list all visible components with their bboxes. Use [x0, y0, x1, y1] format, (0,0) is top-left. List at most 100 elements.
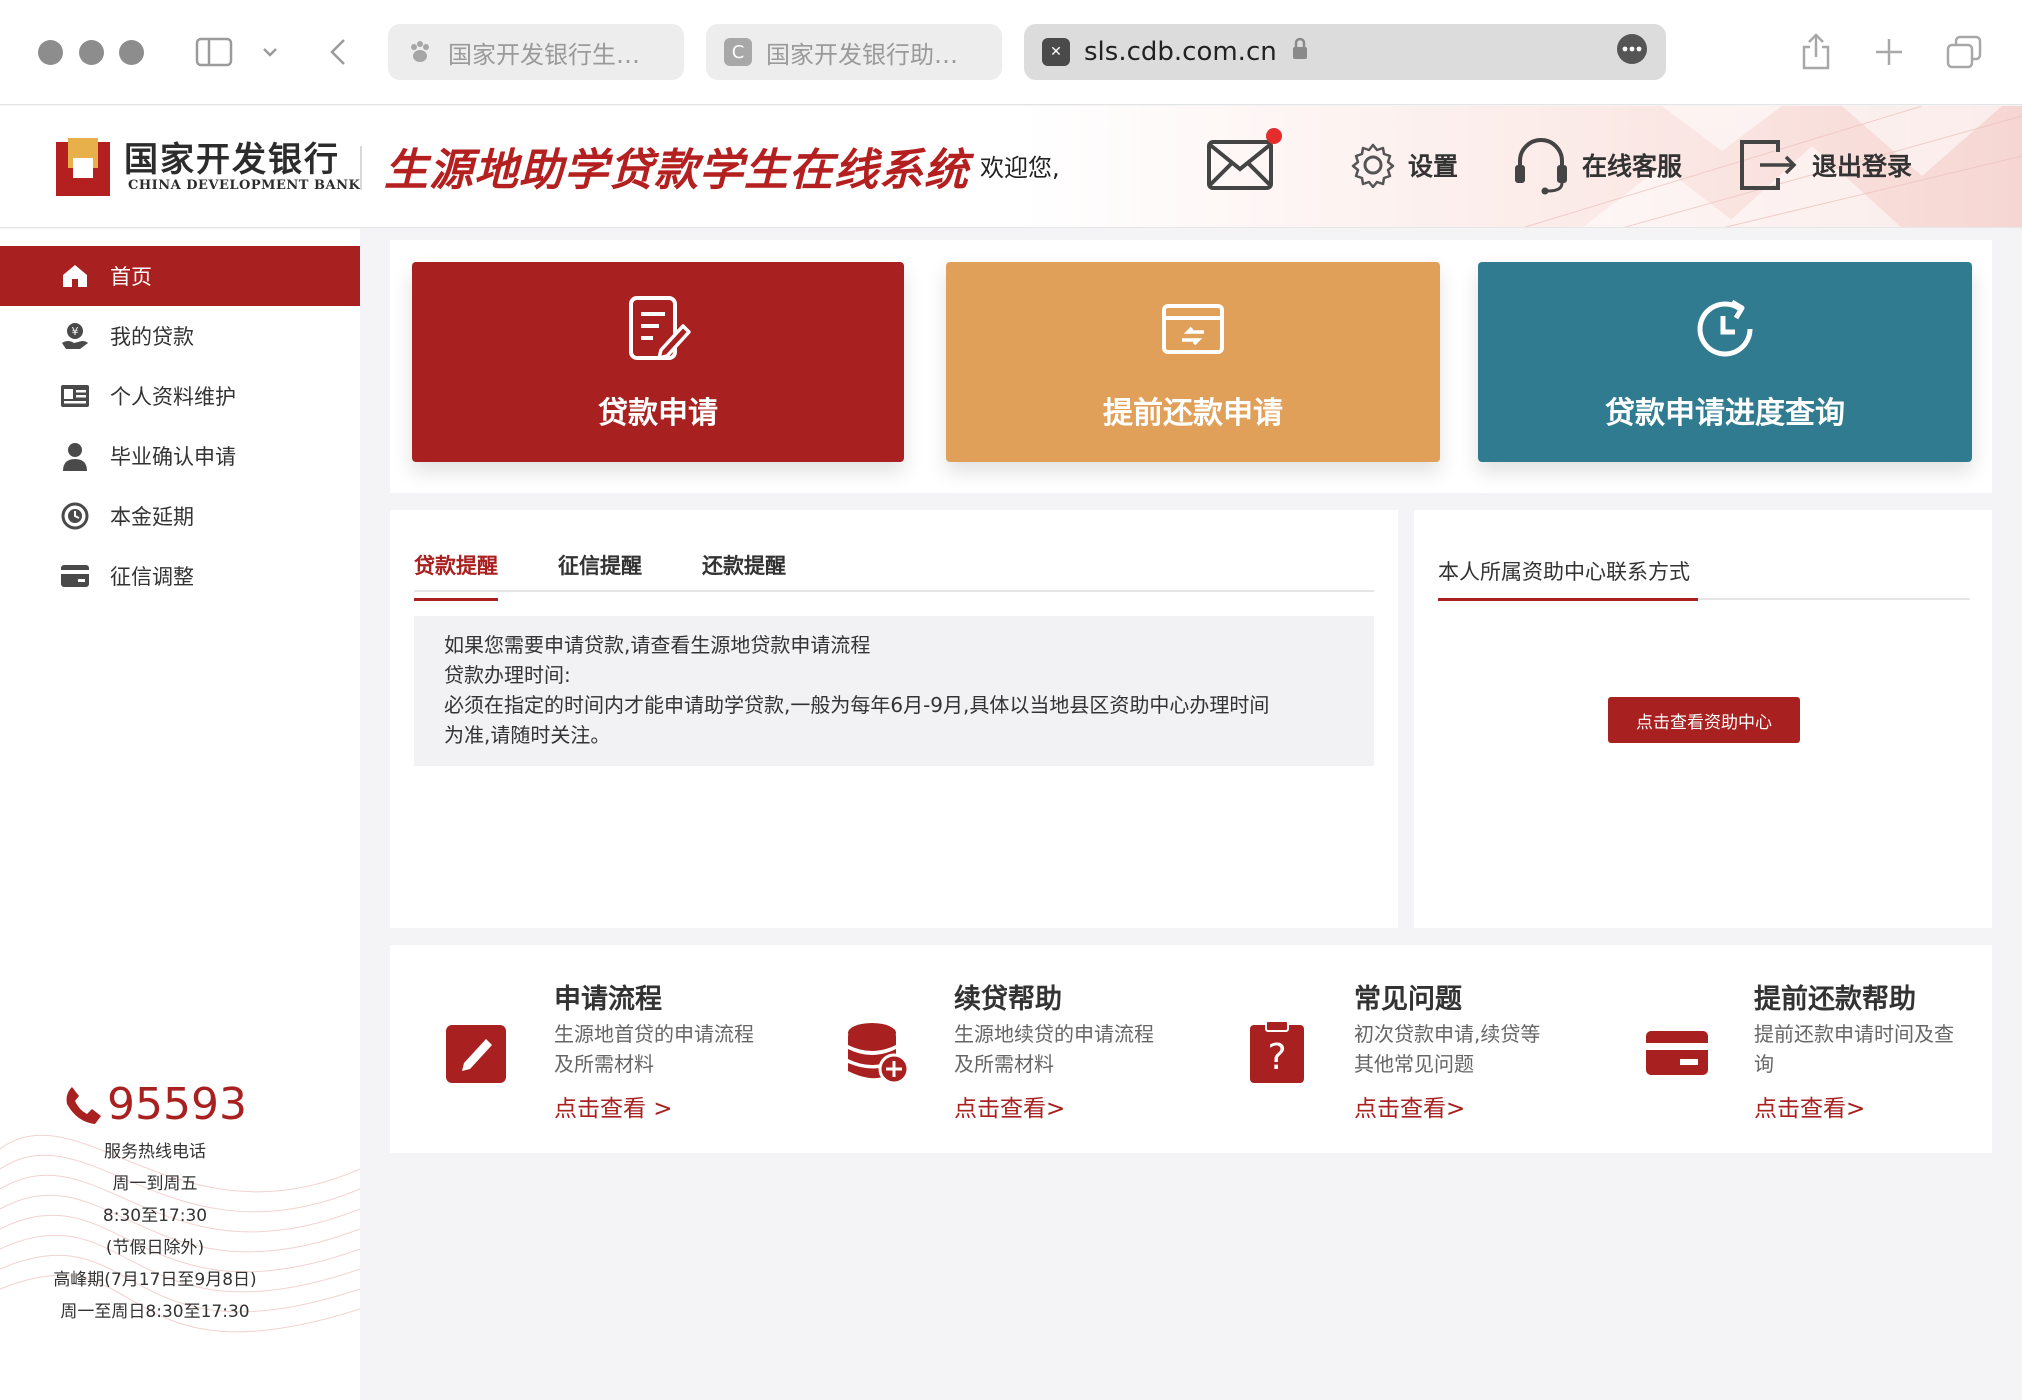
more-options-icon[interactable]	[1616, 33, 1648, 72]
bank-card-icon	[1646, 1031, 1708, 1075]
sidebar-item-label: 毕业确认申请	[110, 445, 236, 469]
id-card-icon	[60, 381, 90, 411]
sidebar-item-label: 首页	[110, 265, 152, 289]
logout-icon	[1740, 140, 1797, 190]
help-renewal: 续贷帮助 生源地续贷的申请流程及所需材料 点击查看>	[844, 977, 1204, 1137]
sidebar-item-label: 个人资料维护	[110, 385, 236, 409]
hotline-number[interactable]: 95593	[0, 1079, 310, 1130]
card-label: 贷款申请进度查询	[1605, 396, 1845, 431]
svg-text:?: ?	[1267, 1037, 1286, 1078]
help-application-process: 申请流程 生源地首贷的申请流程及所需材料 点击查看 >	[444, 977, 804, 1137]
card-label: 提前还款申请	[1103, 396, 1283, 431]
coins-add-icon	[848, 1023, 910, 1085]
sidebar-item-my-loans[interactable]: ¥ 我的贷款	[0, 306, 360, 366]
question-clipboard-icon: ?	[1250, 1020, 1304, 1083]
settings-button[interactable]: 设置	[1350, 134, 1458, 196]
tab-overview-icon[interactable]	[1944, 30, 1984, 74]
card-transfer-icon	[1162, 304, 1224, 354]
tab-repayment-reminder[interactable]: 还款提醒	[702, 550, 786, 601]
help-early-repayment: 提前还款帮助 提前还款申请时间及查询 点击查看>	[1644, 977, 1984, 1137]
help-title: 提前还款帮助	[1754, 984, 1916, 1015]
graduate-icon	[60, 441, 90, 471]
progress-query-card[interactable]: 贷款申请进度查询	[1478, 262, 1972, 462]
help-title: 续贷帮助	[954, 984, 1062, 1015]
help-link[interactable]: 点击查看>	[954, 1089, 1065, 1123]
contact-divider-active	[1438, 598, 1698, 601]
card-icon	[60, 561, 90, 591]
loan-icon: ¥	[60, 321, 90, 351]
help-faq: ? 常见问题 初次贷款申请,续贷等其他常见问题 点击查看>	[1244, 977, 1604, 1137]
edit-note-icon	[446, 1025, 506, 1083]
hotline-text: 服务热线电话	[104, 1142, 206, 1162]
help-desc: 生源地首贷的申请流程及所需材料	[554, 1022, 754, 1076]
reminder-line: 为准,请随时关注。	[444, 723, 611, 747]
help-link[interactable]: 点击查看 >	[554, 1089, 673, 1123]
hotline-text: 8:30至17:30	[102, 1206, 208, 1226]
view-aid-center-button[interactable]: 点击查看资助中心	[1608, 697, 1800, 743]
reminder-line: 如果您需要申请贷款,请查看生源地贷款申请流程	[444, 633, 871, 657]
zoom-window-button[interactable]	[119, 40, 144, 65]
svg-text:¥: ¥	[72, 325, 79, 338]
help-desc: 生源地续贷的申请流程及所需材料	[954, 1022, 1154, 1076]
reminder-tabs: 贷款提醒 征信提醒 还款提醒	[414, 550, 786, 601]
tab-title: 国家开发银行助…	[766, 40, 958, 69]
browser-tab-1[interactable]: 国家开发银行生…	[388, 24, 684, 80]
sidebar-item-credit-adjust[interactable]: 征信调整	[0, 546, 360, 606]
browser-tab-active[interactable]: ✕ sls.cdb.com.cn	[1024, 24, 1666, 80]
card-label: 贷款申请	[598, 396, 718, 431]
sidebar-item-label: 本金延期	[110, 505, 194, 529]
reminder-line: 贷款办理时间:	[444, 663, 571, 687]
tab-title: 国家开发银行生…	[448, 40, 640, 69]
support-label: 在线客服	[1582, 152, 1683, 181]
loan-application-card[interactable]: 贷款申请	[412, 262, 904, 462]
help-desc: 提前还款申请时间及查询	[1754, 1022, 1954, 1076]
mail-button[interactable]	[1206, 134, 1274, 196]
clock-refresh-icon	[1697, 299, 1753, 357]
sidebar: 首页 ¥ 我的贷款 个人资料维护 毕业确认申请 本金延期 征信调整 95593 …	[0, 229, 360, 1400]
hotline-text: 高峰期(7月17日至9月8日)	[53, 1270, 257, 1290]
new-tab-icon[interactable]	[1869, 30, 1909, 74]
chevron-down-icon[interactable]	[258, 30, 282, 74]
back-icon[interactable]	[326, 30, 350, 74]
tab-credit-reminder[interactable]: 征信提醒	[558, 550, 642, 601]
bank-name-cn: 国家开发银行	[124, 140, 340, 180]
sidebar-item-home[interactable]: 首页	[0, 246, 360, 306]
tab-loan-reminder[interactable]: 贷款提醒	[414, 550, 498, 601]
reminder-line: 必须在指定的时间内才能申请助学贷款,一般为每年6月-9月,具体以当地县区资助中心…	[444, 693, 1270, 717]
help-desc: 初次贷款申请,续贷等其他常见问题	[1354, 1022, 1541, 1076]
help-title: 常见问题	[1354, 984, 1462, 1015]
document-edit-icon	[629, 296, 691, 360]
aid-center-contact-panel: 本人所属资助中心联系方式 点击查看资助中心	[1414, 510, 1992, 928]
close-window-button[interactable]	[38, 40, 63, 65]
reminder-content: 如果您需要申请贷款,请查看生源地贷款申请流程 贷款办理时间: 必须在指定的时间内…	[414, 616, 1374, 766]
welcome-text: 欢迎您,	[980, 154, 1060, 182]
sidebar-item-graduation[interactable]: 毕业确认申请	[0, 426, 360, 486]
help-link[interactable]: 点击查看>	[1354, 1089, 1465, 1123]
share-icon[interactable]	[1796, 30, 1836, 74]
close-tab-icon[interactable]: ✕	[1042, 38, 1070, 66]
sidebar-item-profile[interactable]: 个人资料维护	[0, 366, 360, 426]
sidebar-toggle-icon[interactable]	[194, 30, 234, 74]
tabs-divider	[414, 590, 1374, 592]
gear-icon	[1351, 143, 1395, 188]
online-support-button[interactable]: 在线客服	[1512, 134, 1682, 196]
help-panel: 申请流程 生源地首贷的申请流程及所需材料 点击查看 > 续贷帮助 生源地续贷的申…	[390, 945, 1992, 1153]
browser-toolbar: 国家开发银行生… C 国家开发银行助… ✕ sls.cdb.com.cn	[0, 0, 2022, 105]
paw-icon	[406, 38, 434, 66]
sidebar-item-label: 征信调整	[110, 565, 194, 589]
unread-badge	[1266, 128, 1282, 144]
cdb-logo-icon	[56, 138, 110, 196]
quick-actions: 贷款申请 提前还款申请 贷款申请进度查询	[390, 240, 1992, 493]
site-header: 国家开发银行 CHINA DEVELOPMENT BANK 生源地助学贷款学生在…	[0, 106, 2022, 228]
help-title: 申请流程	[554, 984, 662, 1015]
home-icon	[60, 261, 90, 291]
sidebar-item-principal-extension[interactable]: 本金延期	[0, 486, 360, 546]
hotline-text: (节假日除外)	[105, 1238, 205, 1258]
early-repayment-card[interactable]: 提前还款申请	[946, 262, 1440, 462]
help-link[interactable]: 点击查看>	[1754, 1089, 1865, 1123]
phone-icon	[66, 1086, 101, 1124]
logout-button[interactable]: 退出登录	[1738, 134, 1912, 196]
browser-tab-2[interactable]: C 国家开发银行助…	[706, 24, 1002, 80]
minimize-window-button[interactable]	[79, 40, 104, 65]
settings-label: 设置	[1408, 152, 1459, 181]
